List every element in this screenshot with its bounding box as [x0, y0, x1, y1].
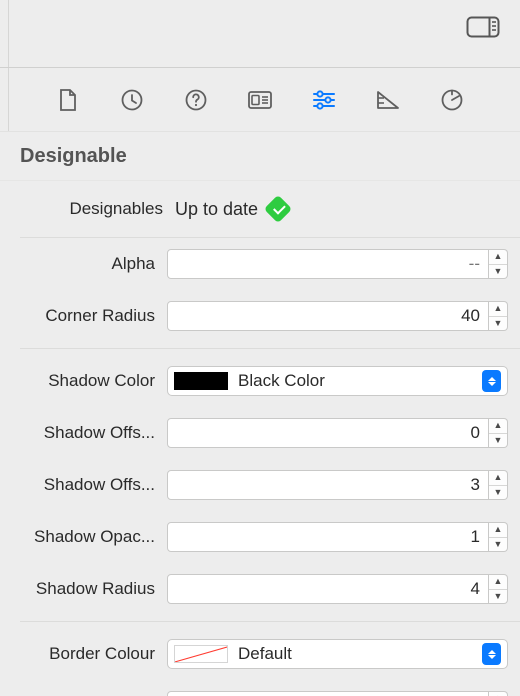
shadow-offset-x-stepper[interactable]: ▲▼: [489, 418, 508, 448]
border-width-row: Border Width ▲▼: [0, 680, 520, 696]
chevron-updown-icon: [482, 643, 501, 665]
border-colour-row: Border Colour Default: [0, 628, 520, 680]
size-inspector-tab[interactable]: [370, 82, 406, 118]
border-colour-label: Border Colour: [12, 644, 167, 664]
inspector-tab-bar: [0, 68, 520, 132]
corner-radius-field[interactable]: [167, 301, 489, 331]
divider: [8, 68, 9, 131]
corner-radius-row: Corner Radius ▲▼: [0, 290, 520, 342]
designables-label: Designables: [20, 199, 175, 219]
shadow-offset-y-field[interactable]: [167, 470, 489, 500]
shadow-color-label: Shadow Color: [12, 371, 167, 391]
title-bar-area: [0, 0, 520, 68]
identity-inspector-tab[interactable]: [242, 82, 278, 118]
border-width-stepper[interactable]: ▲▼: [489, 691, 508, 696]
shadow-color-popup[interactable]: Black Color: [167, 366, 508, 396]
alpha-label: Alpha: [12, 254, 167, 274]
status-ok-icon: [264, 195, 292, 223]
divider: [8, 0, 9, 67]
shadow-opacity-field[interactable]: [167, 522, 489, 552]
shadow-radius-row: Shadow Radius ▲▼: [0, 563, 520, 615]
border-colour-value: Default: [238, 644, 482, 664]
shadow-offset-x-field[interactable]: [167, 418, 489, 448]
alpha-row: Alpha ▲▼: [0, 238, 520, 290]
attributes-inspector-tab[interactable]: [306, 82, 342, 118]
shadow-radius-field[interactable]: [167, 574, 489, 604]
shadow-opacity-row: Shadow Opac... ▲▼: [0, 511, 520, 563]
border-width-field[interactable]: [167, 691, 489, 696]
shadow-offset-y-stepper[interactable]: ▲▼: [489, 470, 508, 500]
shadow-offset-x-label: Shadow Offs...: [12, 423, 167, 443]
divider: [20, 348, 520, 349]
connections-inspector-tab[interactable]: [434, 82, 470, 118]
history-inspector-tab[interactable]: [114, 82, 150, 118]
section-header: Designable: [0, 132, 520, 181]
shadow-offset-y-row: Shadow Offs... ▲▼: [0, 459, 520, 511]
shadow-opacity-stepper[interactable]: ▲▼: [489, 522, 508, 552]
color-swatch-icon: [174, 372, 228, 390]
file-inspector-tab[interactable]: [50, 82, 86, 118]
border-colour-popup[interactable]: Default: [167, 639, 508, 669]
help-inspector-tab[interactable]: [178, 82, 214, 118]
toggle-right-panel-button[interactable]: [464, 14, 502, 40]
color-swatch-none-icon: [174, 645, 228, 663]
shadow-offset-x-row: Shadow Offs... ▲▼: [0, 407, 520, 459]
shadow-offset-y-label: Shadow Offs...: [12, 475, 167, 495]
shadow-radius-label: Shadow Radius: [12, 579, 167, 599]
alpha-field[interactable]: [167, 249, 489, 279]
shadow-radius-stepper[interactable]: ▲▼: [489, 574, 508, 604]
shadow-color-row: Shadow Color Black Color: [0, 355, 520, 407]
shadow-color-value: Black Color: [238, 371, 482, 391]
divider: [20, 621, 520, 622]
shadow-opacity-label: Shadow Opac...: [12, 527, 167, 547]
alpha-stepper[interactable]: ▲▼: [489, 249, 508, 279]
corner-radius-label: Corner Radius: [12, 306, 167, 326]
corner-radius-stepper[interactable]: ▲▼: [489, 301, 508, 331]
designables-status-value: Up to date: [175, 199, 258, 220]
chevron-updown-icon: [482, 370, 501, 392]
designables-status-row: Designables Up to date: [0, 181, 520, 237]
designable-section: Designable Designables Up to date Alpha …: [0, 132, 520, 696]
